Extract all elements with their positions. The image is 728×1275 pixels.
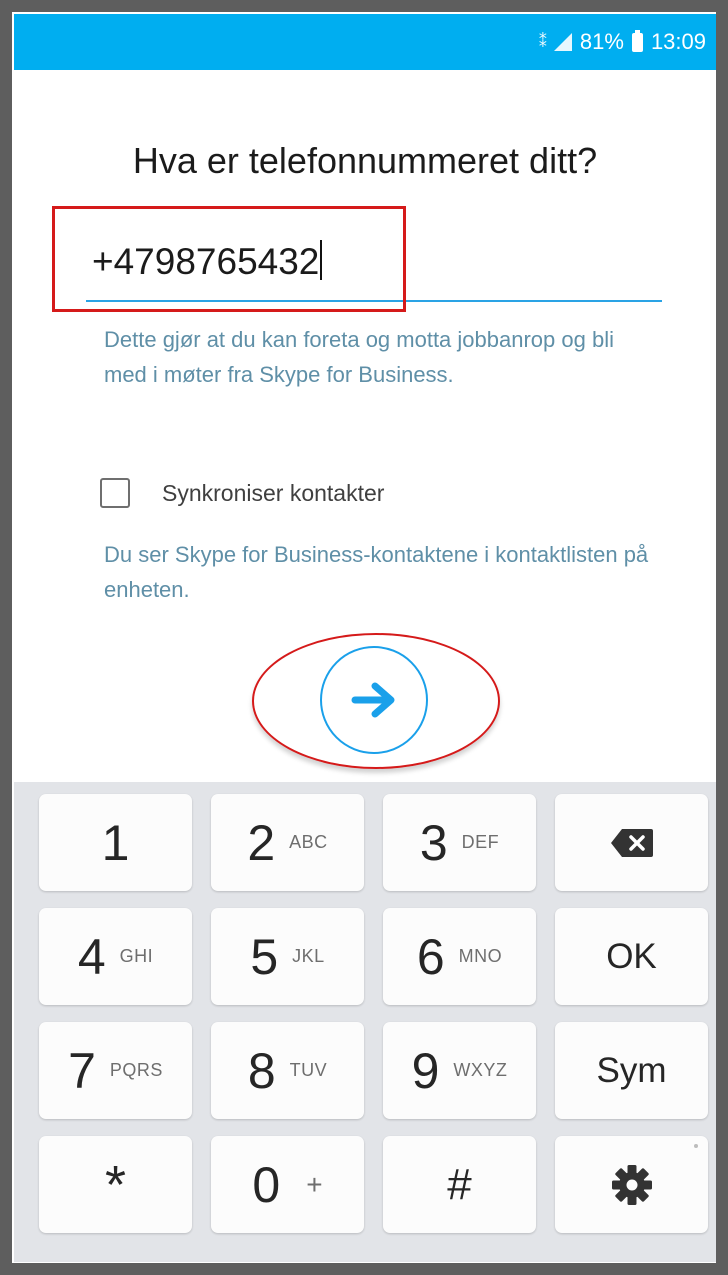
text-caret <box>320 240 323 280</box>
key-label: 9 <box>411 1042 440 1099</box>
signal-icon <box>553 33 572 51</box>
arrow-right-icon <box>351 682 395 718</box>
key-label: OK <box>606 936 657 976</box>
key-6[interactable]: 6 MNO <box>383 908 536 1005</box>
numeric-keypad: 1 2 ABC 3 DEF 4 GHI 5 JKL 6 MNO OK 7 PQR… <box>14 782 716 1262</box>
key-label: 8 <box>247 1042 276 1099</box>
key-letters: JKL <box>292 946 325 966</box>
key-indicator-dot <box>694 1144 698 1148</box>
backspace-icon <box>610 828 653 857</box>
key-hash[interactable]: # <box>383 1136 536 1233</box>
sync-contacts-label[interactable]: Synkroniser kontakter <box>162 480 384 507</box>
key-label: 0 <box>252 1156 281 1213</box>
key-label: 7 <box>68 1042 96 1099</box>
key-letters: MNO <box>458 946 503 966</box>
next-button[interactable] <box>320 646 428 754</box>
phone-number-form: Hva er telefonnummeret ditt? +4798765432… <box>14 70 716 782</box>
key-letters: TUV <box>289 1060 328 1080</box>
phone-number-input[interactable]: +4798765432 <box>86 228 662 302</box>
helper-text: Dette gjør at du kan foreta og motta job… <box>104 327 614 387</box>
clock: 13:09 <box>650 29 706 54</box>
settings-key[interactable] <box>555 1136 708 1233</box>
key-0[interactable]: 0 + <box>211 1136 364 1233</box>
key-label: 2 <box>247 814 276 871</box>
key-3[interactable]: 3 DEF <box>383 794 536 891</box>
key-label: 3 <box>419 814 448 871</box>
wifi-calling-icon: ⁑ <box>538 34 547 51</box>
key-9[interactable]: 9 WXYZ <box>383 1022 536 1119</box>
sync-contacts-note: Du ser Skype for Business-kontaktene i k… <box>104 542 649 602</box>
sync-contacts-row[interactable]: Synkroniser kontakter <box>100 475 384 511</box>
key-4[interactable]: 4 GHI <box>39 908 192 1005</box>
key-letters: ABC <box>289 832 328 852</box>
sync-contacts-checkbox[interactable] <box>100 478 130 508</box>
status-icons: ⁑ 81% 13:09 <box>539 14 706 70</box>
key-letters: PQRS <box>109 1060 163 1080</box>
key-letters: GHI <box>119 946 154 966</box>
key-label: 4 <box>77 928 106 985</box>
key-8[interactable]: 8 TUV <box>211 1022 364 1119</box>
key-star[interactable]: * <box>39 1136 192 1233</box>
backspace-key[interactable] <box>555 794 708 891</box>
key-letters: + <box>306 1168 323 1200</box>
status-bar: ⁑ 81% 13:09 <box>14 14 716 70</box>
ok-key[interactable]: OK <box>555 908 708 1005</box>
key-1[interactable]: 1 <box>39 794 192 891</box>
phone-number-value: +4798765432 <box>92 241 320 282</box>
key-label: 6 <box>416 928 445 985</box>
key-letters: DEF <box>461 832 500 852</box>
key-label: Sym <box>596 1050 667 1090</box>
key-2[interactable]: 2 ABC <box>211 794 364 891</box>
settings-icon <box>611 1164 652 1205</box>
battery-percent: 81% <box>579 29 624 54</box>
key-7[interactable]: 7 PQRS <box>39 1022 192 1119</box>
key-label: * <box>104 1154 126 1215</box>
battery-icon <box>631 29 643 52</box>
page-title: Hva er telefonnummeret ditt? <box>132 140 598 181</box>
key-label: # <box>447 1159 472 1209</box>
key-letters: WXYZ <box>453 1060 508 1080</box>
key-label: 5 <box>250 928 279 985</box>
key-5[interactable]: 5 JKL <box>211 908 364 1005</box>
sym-key[interactable]: Sym <box>555 1022 708 1119</box>
key-label: 1 <box>101 814 130 871</box>
